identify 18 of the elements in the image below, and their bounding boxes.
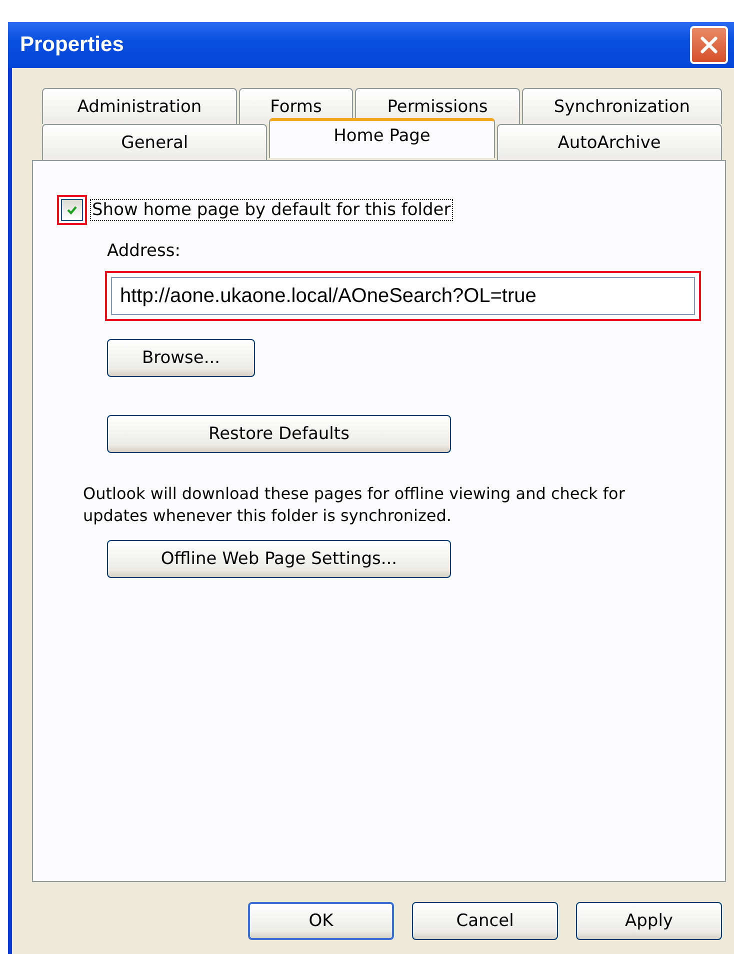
- dialog-button[interactable]: Apply: [576, 902, 722, 940]
- info-text: Outlook will download these pages for offline viewing and check for updates whenever this folder is synchronized.: [83, 483, 626, 526]
- offline-settings-button[interactable]: Offline Web Page Settings...: [107, 540, 451, 578]
- tab[interactable]: Administration: [42, 88, 237, 124]
- close-icon: [698, 34, 720, 56]
- checkbox-label[interactable]: Show home page by default for this folder: [90, 199, 453, 221]
- address-label: Address:: [107, 241, 182, 261]
- dialog-button[interactable]: Cancel: [412, 902, 558, 940]
- browse-button[interactable]: Browse...: [107, 339, 255, 377]
- restore-defaults-button[interactable]: Restore Defaults: [107, 415, 451, 453]
- tab[interactable]: AutoArchive: [496, 124, 722, 160]
- tab[interactable]: Synchronization: [522, 88, 722, 124]
- dialog-button[interactable]: OK: [248, 902, 394, 940]
- window-title: Properties: [20, 33, 124, 57]
- check-icon: [66, 204, 78, 216]
- tab[interactable]: Home Page: [269, 118, 495, 158]
- close-button[interactable]: [690, 26, 728, 64]
- tab[interactable]: General: [42, 124, 268, 160]
